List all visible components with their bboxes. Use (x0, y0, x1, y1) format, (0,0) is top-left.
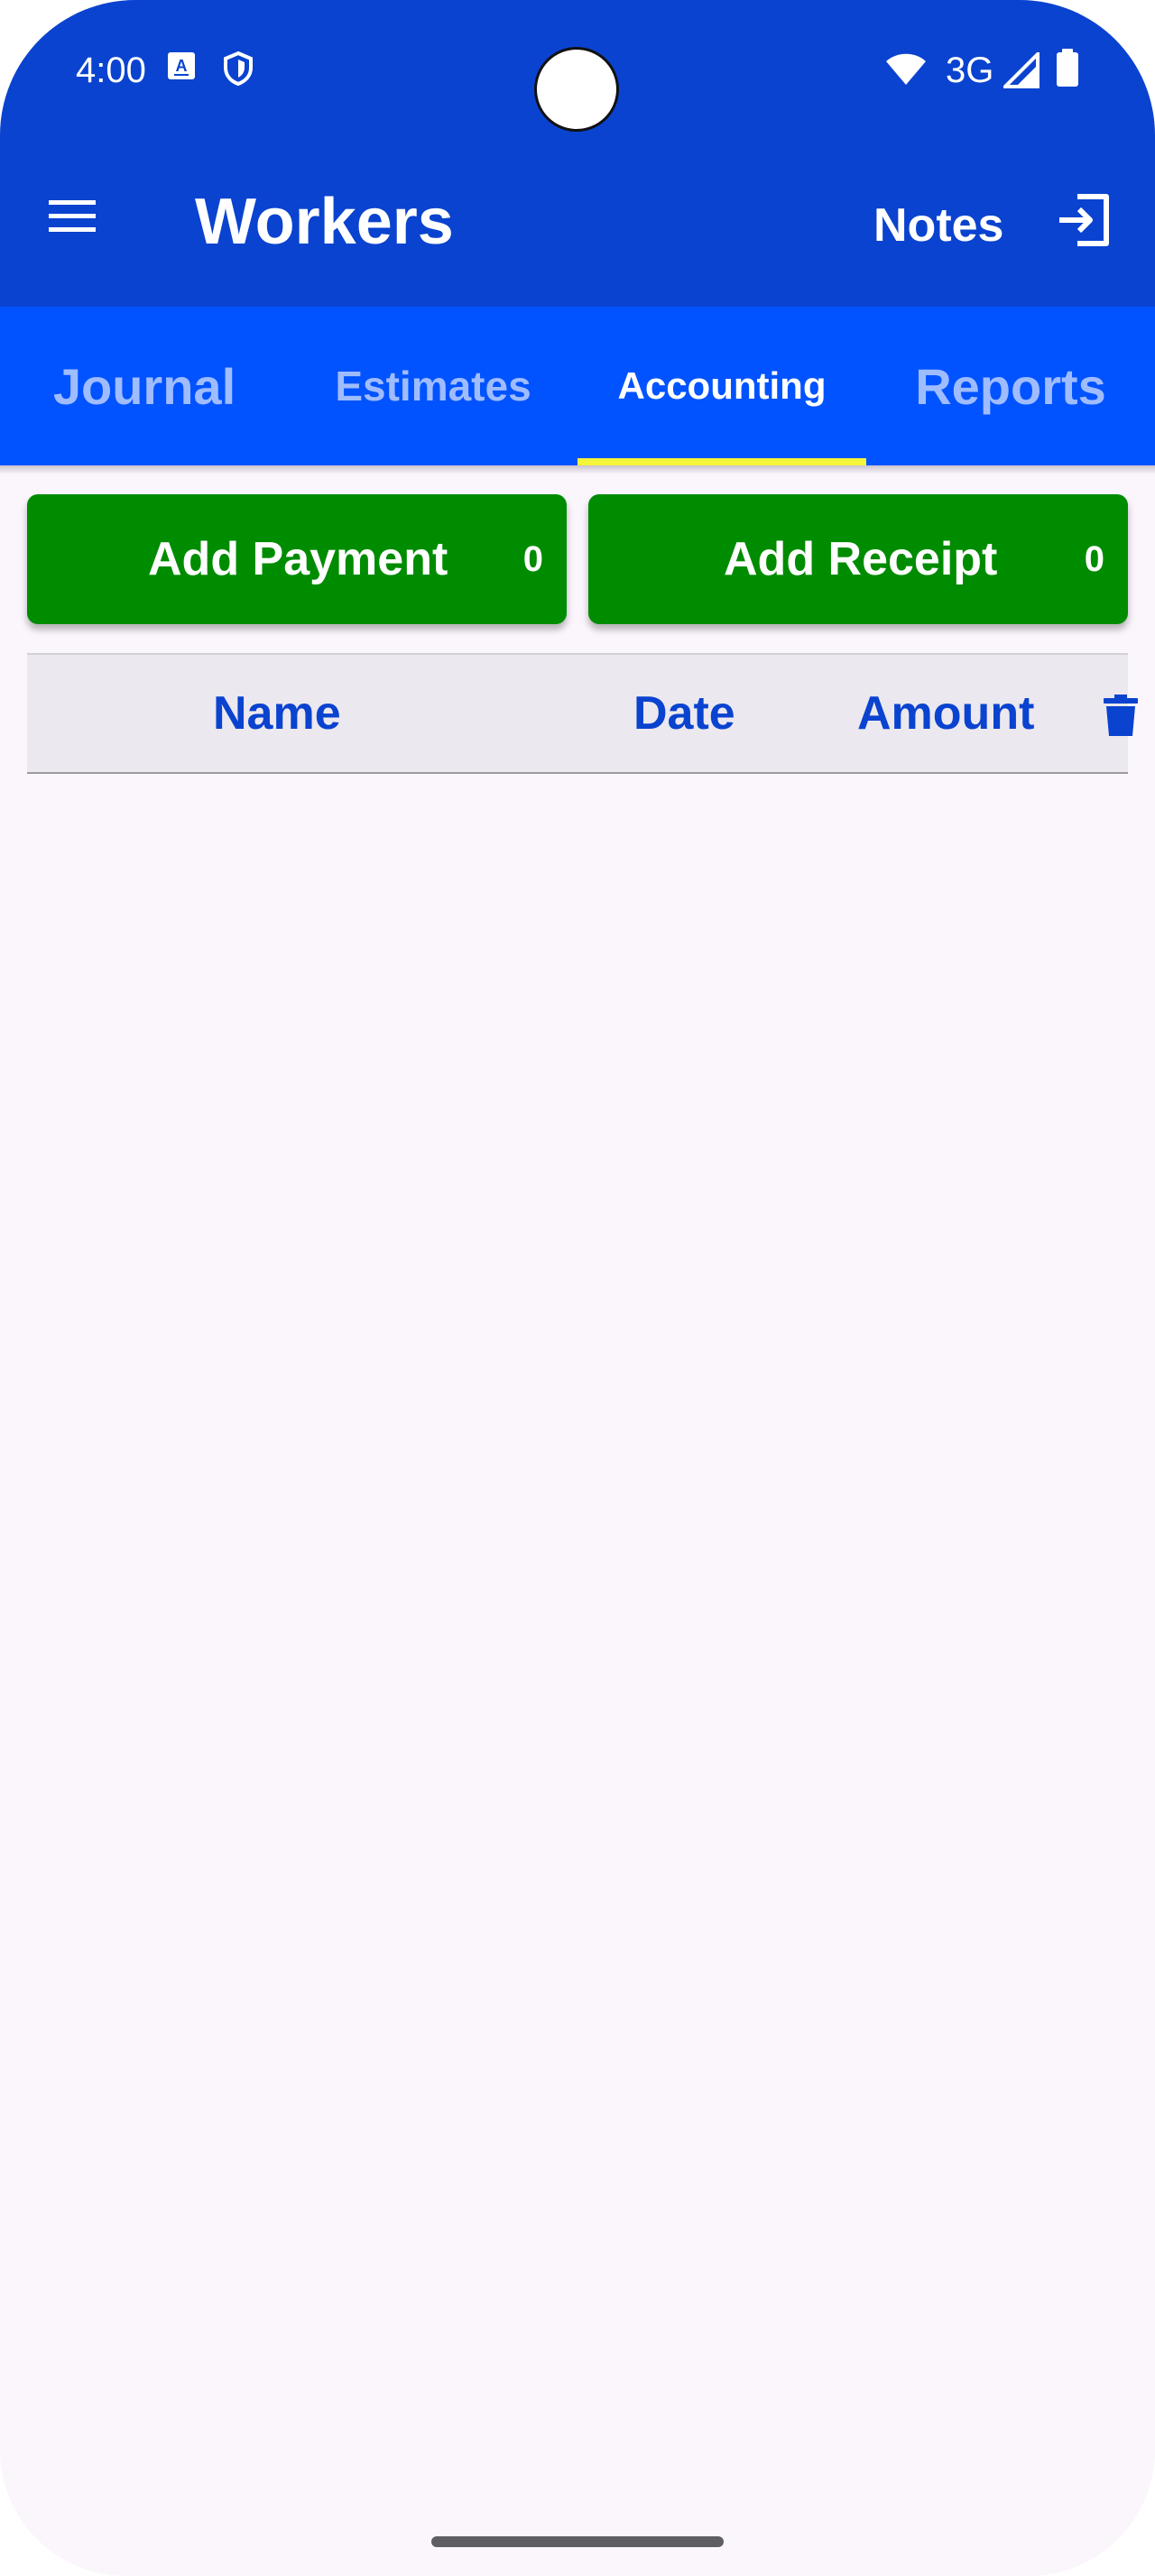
table-header: Name Date Amount (27, 653, 1138, 774)
svg-text:A: A (176, 57, 188, 75)
active-tab-indicator (578, 458, 866, 465)
add-receipt-label: Add Receipt (724, 533, 998, 585)
column-amount[interactable]: Amount (857, 655, 1034, 772)
column-date[interactable]: Date (633, 655, 735, 772)
tab-journal[interactable]: Journal (0, 307, 289, 465)
logout-icon (1059, 194, 1109, 246)
camera-cutout (534, 47, 619, 132)
shield-icon (222, 51, 262, 90)
add-receipt-button[interactable]: Add Receipt 0 (588, 494, 1128, 624)
battery-icon (1054, 49, 1094, 88)
logout-button[interactable] (1054, 191, 1123, 260)
status-time: 4:00 (76, 51, 146, 90)
wifi-icon (884, 52, 926, 92)
home-indicator[interactable] (431, 2536, 724, 2547)
phone-screen: 4:00 A 3G Workers Notes Journal Estimate… (0, 0, 1155, 2576)
menu-icon (49, 200, 96, 232)
tab-bar-shadow (0, 465, 1155, 474)
network-type: 3G (946, 51, 994, 90)
column-name[interactable]: Name (213, 655, 341, 772)
app-bar: 4:00 A 3G Workers Notes (0, 0, 1155, 307)
menu-button[interactable] (45, 197, 108, 253)
signal-icon (1001, 50, 1043, 92)
add-payment-button[interactable]: Add Payment 0 (27, 494, 567, 624)
notes-button[interactable]: Notes (873, 189, 1003, 262)
keyboard-a-icon: A (166, 51, 206, 90)
delete-all-button[interactable] (1103, 695, 1139, 738)
payment-count: 0 (522, 539, 543, 579)
add-payment-label: Add Payment (148, 533, 448, 585)
tab-reports[interactable]: Reports (866, 307, 1155, 465)
tab-estimates[interactable]: Estimates (289, 307, 578, 465)
page-title: Workers (195, 186, 454, 258)
receipt-count: 0 (1084, 539, 1104, 579)
tab-bar: Journal Estimates Accounting Reports (0, 307, 1155, 465)
tab-accounting[interactable]: Accounting (578, 307, 866, 465)
trash-icon (1104, 695, 1138, 736)
